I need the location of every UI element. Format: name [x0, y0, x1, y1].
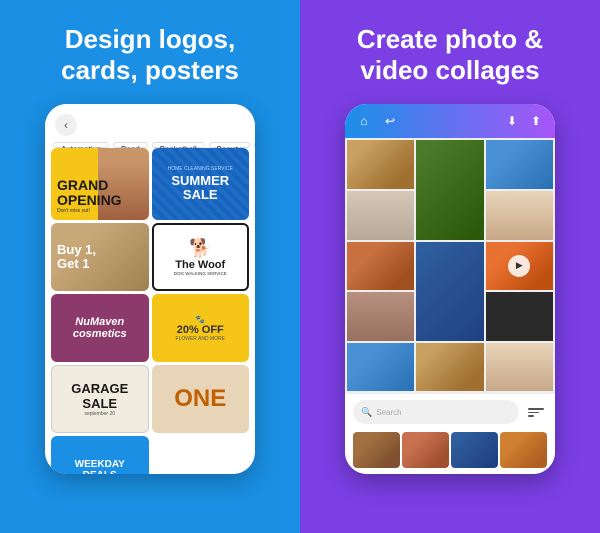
right-phone-mockup: ⌂ ↩ ⬇ ⬆ ▶	[345, 104, 555, 474]
thumb-coffee-cup[interactable]	[353, 432, 400, 468]
left-panel: Design logos,cards, posters ‹ Automotive…	[0, 0, 300, 533]
card-weekday-deals[interactable]: WEEKDAYDEALS	[51, 436, 149, 474]
thumb-door[interactable]	[500, 432, 547, 468]
collage-cell-palm	[416, 140, 483, 239]
woof-title: The Woof	[175, 259, 225, 271]
card-garage-sale[interactable]: GARAGESALE september 20	[51, 365, 149, 433]
collage-area: ▶	[345, 138, 555, 393]
filter-icon[interactable]	[525, 401, 547, 423]
weekday-label: WEEKDAYDEALS	[75, 459, 125, 474]
one-label: ONE	[174, 385, 226, 413]
card-summer-sale[interactable]: HOME CLEANING SERVICE SUMMERSALE	[152, 148, 250, 220]
collage-cell-dark	[486, 292, 553, 341]
paw-icon: 🐾	[195, 315, 205, 324]
collage-cell-beach	[486, 140, 553, 189]
home-icon[interactable]: ⌂	[355, 112, 373, 130]
left-title: Design logos,cards, posters	[61, 24, 239, 86]
right-phone-topbar: ⌂ ↩ ⬇ ⬆	[345, 104, 555, 138]
search-bar[interactable]: 🔍 Search	[353, 400, 519, 424]
grand-opening-sub: Don't miss out!	[57, 208, 122, 214]
collage-cell-coffee	[347, 140, 414, 189]
collage-cell-ocean	[416, 242, 483, 341]
collage-cell-dress	[347, 191, 414, 240]
collage-cell-extra3	[486, 343, 553, 392]
search-placeholder: Search	[376, 408, 401, 417]
left-phone-mockup: ‹ Automotive Band Basketball Beauty Cafe…	[45, 104, 255, 474]
numaven-label: NuMavencosmetics	[73, 316, 127, 340]
right-title: Create photo &video collages	[357, 24, 543, 86]
20off-label: 20% OFF	[177, 324, 224, 336]
right-panel: Create photo &video collages ⌂ ↩ ⬇ ⬆	[300, 0, 600, 533]
thumb-salad[interactable]	[402, 432, 449, 468]
buyone-label: Buy 1,Get 1	[57, 243, 96, 272]
grand-opening-label: GRANDOPENING	[57, 178, 122, 209]
share-icon[interactable]: ⬆	[527, 112, 545, 130]
phone-top-bar: ‹	[45, 104, 255, 142]
back-arrow-icon[interactable]: ‹	[55, 114, 77, 136]
search-icon: 🔍	[361, 407, 372, 418]
thumbnail-grid	[345, 430, 555, 474]
woof-dog-icon: 🐕	[189, 238, 211, 259]
search-area: 🔍 Search	[345, 393, 555, 430]
play-button[interactable]: ▶	[508, 255, 530, 277]
card-20-percent-off[interactable]: 🐾 20% OFF FLOWER AND MORE	[152, 294, 250, 362]
card-the-woof[interactable]: 🐕 The Woof DOG WALKING SERVICE	[152, 223, 250, 291]
woof-sub: DOG WALKING SERVICE	[174, 271, 227, 276]
20off-sub: FLOWER AND MORE	[176, 336, 225, 342]
collage-cell-woman	[486, 191, 553, 240]
card-one[interactable]: ONE	[152, 365, 250, 433]
card-grand-opening[interactable]: GRANDOPENING Don't miss out!	[51, 148, 149, 220]
card-numaven[interactable]: NuMavencosmetics	[51, 294, 149, 362]
collage-cell-extra1	[347, 343, 414, 392]
collage-cell-orange: ▶	[486, 242, 553, 291]
garage-label: GARAGESALE	[71, 381, 128, 411]
collage-cell-food	[347, 242, 414, 291]
card-buy-one-get-one[interactable]: Buy 1,Get 1	[51, 223, 149, 291]
undo-icon[interactable]: ↩	[381, 112, 399, 130]
download-icon[interactable]: ⬇	[503, 112, 521, 130]
garage-sub: september 20	[84, 411, 115, 417]
template-grid: GRANDOPENING Don't miss out! HOME CLEANI…	[45, 148, 255, 474]
collage-cell-extra2	[416, 343, 483, 392]
collage-cell-portrait	[347, 292, 414, 341]
thumb-sea[interactable]	[451, 432, 498, 468]
